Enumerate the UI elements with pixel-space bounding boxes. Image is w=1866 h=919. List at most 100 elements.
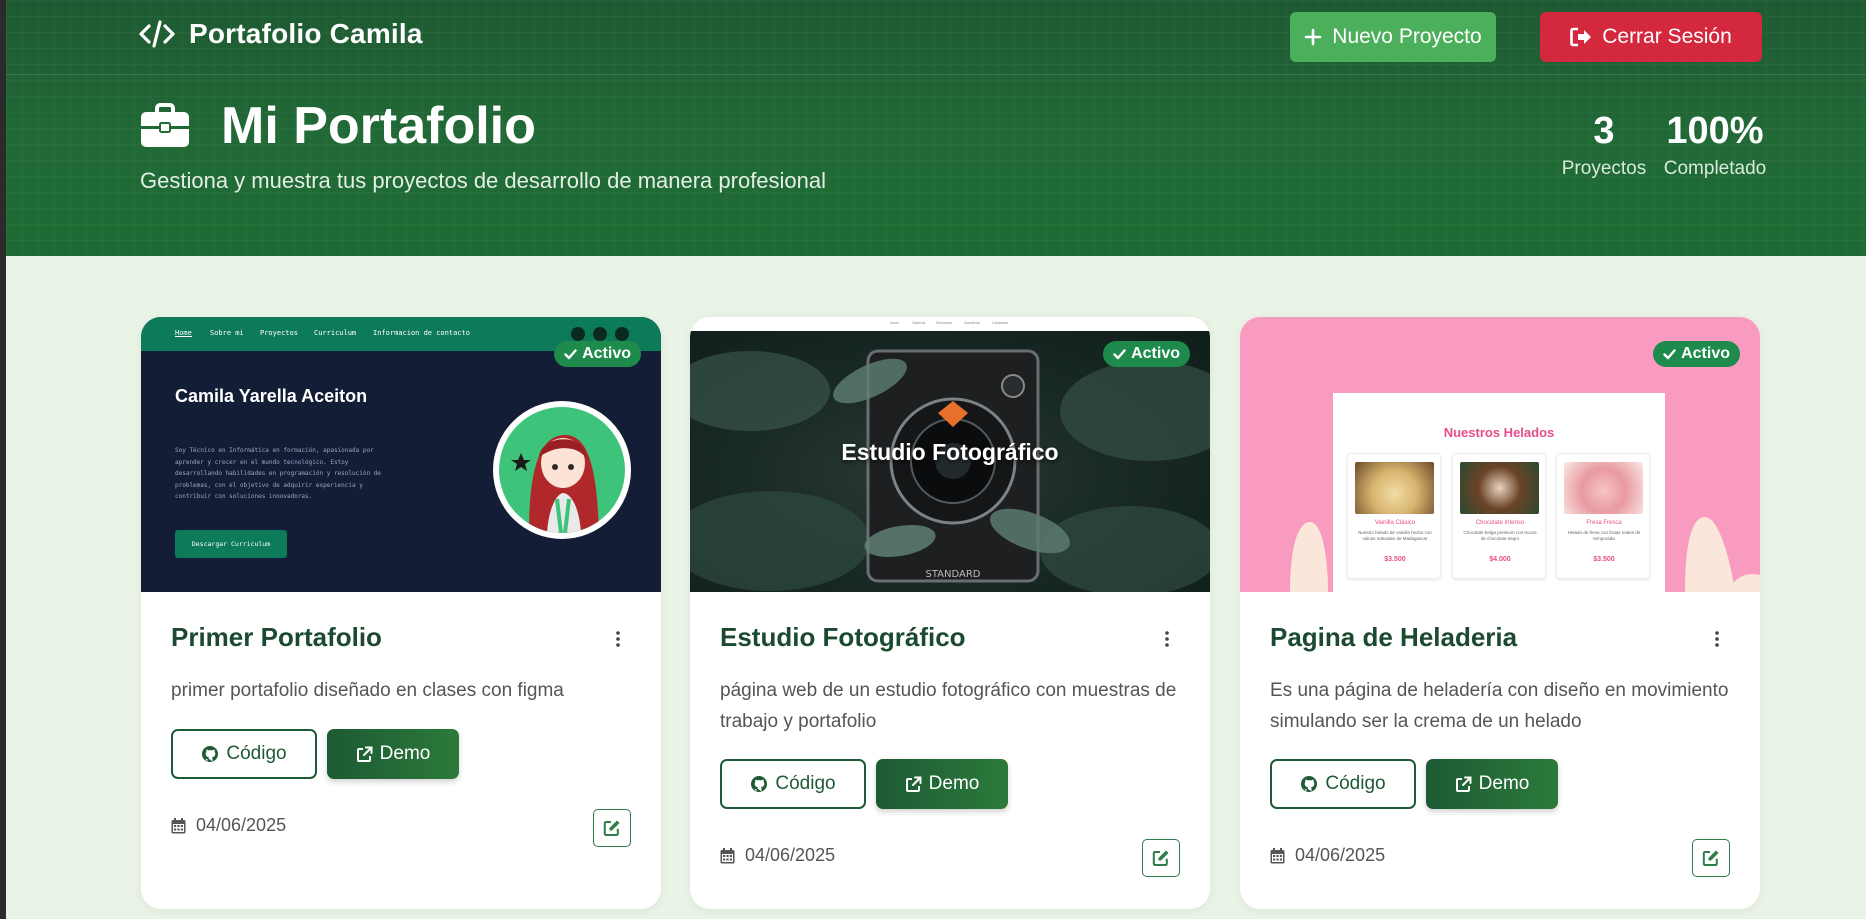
status-label: Activo [1681,345,1730,362]
brand-name: Portafolio Camila [189,18,423,49]
logout-icon [1570,27,1592,47]
product-name: Fresa Fresca [1586,520,1622,526]
kebab-icon[interactable] [1164,629,1170,649]
product-price: $3.500 [1593,556,1615,563]
demo-label: Demo [379,743,431,764]
stat-completed-value: 100% [1666,110,1764,152]
calendar-icon [171,817,186,833]
thumb-nav-item: Curriculum [314,329,357,337]
project-date: 04/06/2025 [720,845,835,866]
project-title: Primer Portafolio [171,622,382,652]
thumb-nav-item: Nosotros [964,320,981,325]
briefcase-icon [141,103,189,147]
thumb-heading: Estudio Fotográfico [841,439,1059,465]
plus-icon [1304,28,1322,46]
check-icon [564,348,577,359]
check-icon [1113,348,1126,359]
thumb-download-button: Descargar Curriculum [175,530,287,558]
edit-button[interactable] [593,809,631,847]
brand[interactable]: Portafolio Camila [139,18,423,50]
demo-button[interactable]: Demo [327,729,459,779]
svg-text:STANDARD: STANDARD [925,569,980,580]
edit-icon [1152,850,1169,866]
facebook-icon [615,327,629,341]
project-description: página web de un estudio fotográfico con… [720,680,1177,732]
page: Portafolio Camila Nuevo Proyecto Cerrar … [6,0,1866,919]
status-badge: Activo [1653,341,1740,367]
code-label: Código [775,773,836,794]
project-thumbnail[interactable]: Home Sobre mi Proyectos Curriculum Infor… [141,317,661,592]
thumb-bio: Soy Técnico en Informática en formación,… [175,447,381,500]
kebab-icon[interactable] [615,629,621,649]
thumb-heading: Nuestros Helados [1443,425,1555,440]
product-image [1564,462,1643,514]
thumb-product-card: Vainilla Clásico Nuestro helado de vaini… [1347,453,1441,579]
stat-completed: 100% Completado [1660,108,1770,180]
navbar: Portafolio Camila Nuevo Proyecto Cerrar … [6,0,1866,75]
edit-button[interactable] [1692,839,1730,877]
code-button[interactable]: Código [171,729,317,779]
hero-section: Portafolio Camila Nuevo Proyecto Cerrar … [6,0,1866,256]
stat-projects-label: Proyectos [1561,158,1647,179]
stat-projects: 3 Proyectos [1554,108,1654,180]
thumb-product-card: Chocolate Intenso Chocolate belga premiu… [1452,453,1546,579]
product-name: Vainilla Clásico [1374,520,1416,526]
thumb-nav-item: Galería [912,320,926,325]
demo-label: Demo [928,773,980,794]
date-text: 04/06/2025 [196,815,287,835]
avatar-illustration [511,434,599,533]
thumb-product-card: Fresa Fresca Helado de fresa con frutas … [1556,453,1650,579]
new-project-label: Nuevo Proyecto [1332,25,1482,48]
project-title: Estudio Fotográfico [720,622,966,652]
thumb-name: Camila Yarella Aceiton [175,386,368,406]
demo-button[interactable]: Demo [1426,759,1558,809]
code-label: Código [226,743,287,764]
status-label: Activo [582,345,631,362]
github-icon [751,776,768,792]
kebab-icon[interactable] [1714,629,1720,649]
project-description: Es una página de heladería con diseño en… [1270,680,1729,732]
status-badge: Activo [1103,341,1190,367]
demo-button[interactable]: Demo [876,759,1008,809]
product-desc: Nuestro helado de vainilla hecho con vai… [1358,530,1432,541]
thumb-nav-item: Contacto [992,320,1009,325]
logout-button[interactable]: Cerrar Sesión [1540,12,1762,62]
stat-projects-value: 3 [1593,110,1615,152]
project-thumbnail[interactable]: Nuestros Helados Vainilla Clásico Nuestr… [1240,317,1760,592]
external-link-icon [1455,776,1472,792]
edit-icon [603,820,620,836]
external-link-icon [905,776,922,792]
code-icon [139,20,175,48]
product-price: $4.000 [1489,556,1511,563]
project-date: 04/06/2025 [171,815,286,836]
status-label: Activo [1131,345,1180,362]
project-date: 04/06/2025 [1270,845,1385,866]
project-card: Home Sobre mi Proyectos Curriculum Infor… [141,317,661,909]
check-icon [1663,348,1676,359]
github-icon [1301,776,1318,792]
edit-icon [1702,850,1719,866]
project-thumbnail[interactable]: Inicio Galería Servicios Nosotros Contac… [690,317,1210,592]
thumb-nav-item: Proyectos [260,329,298,337]
product-desc: Chocolate belga premium con trozos de ch… [1463,530,1537,541]
code-button[interactable]: Código [1270,759,1416,809]
instagram-icon [593,327,607,341]
date-text: 04/06/2025 [1295,845,1386,865]
thumb-nav-item: Sobre mi [210,329,244,337]
camera-photo: STANDARD Estudio Fotográfico [690,331,1210,592]
thumb-nav-item: Servicios [936,320,953,325]
calendar-icon [720,847,735,863]
code-button[interactable]: Código [720,759,866,809]
project-title: Pagina de Heladeria [1270,622,1518,652]
edit-button[interactable] [1142,839,1180,877]
calendar-icon [1270,847,1285,863]
logout-label: Cerrar Sesión [1602,25,1732,48]
thumb-panel: Nuestros Helados Vainilla Clásico Nuestr… [1333,393,1665,592]
stat-completed-label: Completado [1663,158,1767,179]
hero-heading: Mi Portafolio [139,96,536,156]
avatar [493,401,631,539]
product-name: Chocolate Intenso [1475,520,1525,526]
new-project-button[interactable]: Nuevo Proyecto [1290,12,1496,62]
project-description: primer portafolio diseñado en clases con… [171,680,564,701]
thumb-nav-item: Home [175,329,192,337]
